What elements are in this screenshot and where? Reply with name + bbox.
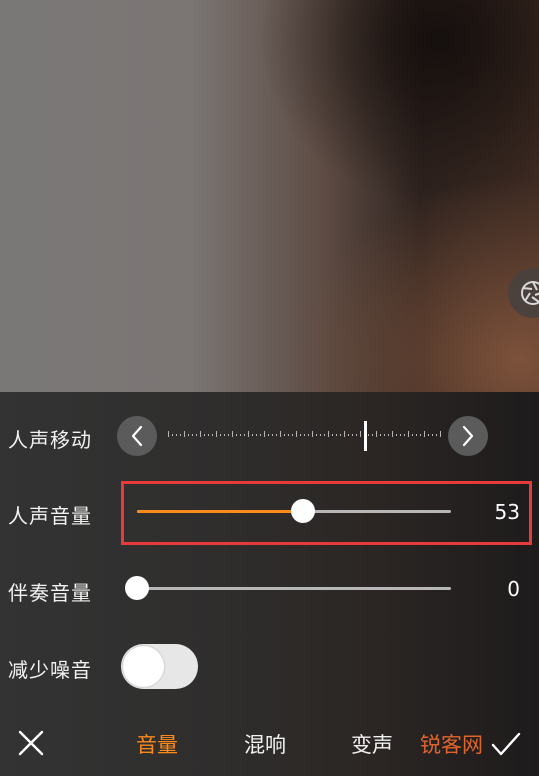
ruler-tick xyxy=(384,434,385,436)
ruler-tick xyxy=(252,434,253,436)
ruler-tick xyxy=(432,434,433,436)
ruler-tick xyxy=(208,434,209,436)
ruler-tick xyxy=(420,434,421,436)
ruler-tick xyxy=(232,431,233,437)
accompaniment-volume-label: 伴奏音量 xyxy=(8,581,92,605)
ruler-tick xyxy=(372,434,373,436)
ruler-tick xyxy=(368,434,369,436)
ruler-tick xyxy=(264,431,265,437)
tab-volume[interactable]: 音量 xyxy=(136,729,178,759)
close-icon xyxy=(18,730,44,756)
ruler-tick xyxy=(312,431,313,437)
ruler-tick xyxy=(256,434,257,436)
ruler-tick xyxy=(276,434,277,436)
noise-reduction-toggle[interactable] xyxy=(121,644,198,689)
ruler-tick xyxy=(284,434,285,436)
ruler-tick xyxy=(336,434,337,436)
ruler-tick xyxy=(412,434,413,436)
voice-volume-label: 人声音量 xyxy=(8,504,92,528)
noise-reduction-toggle-knob xyxy=(123,646,164,687)
ruler-tick xyxy=(228,434,229,436)
ruler-tick xyxy=(392,431,393,437)
accompaniment-volume-thumb[interactable] xyxy=(125,576,149,600)
tab-voice-change[interactable]: 变声 xyxy=(351,729,393,759)
ruler-tick xyxy=(216,431,217,437)
ruler-tick xyxy=(308,434,309,436)
ruler-tick xyxy=(328,431,329,437)
ruler-tick xyxy=(304,434,305,436)
shift-left-button[interactable] xyxy=(117,416,157,456)
ruler-tick xyxy=(324,434,325,436)
ruler-tick xyxy=(176,434,177,436)
ruler-tick xyxy=(180,434,181,436)
voice-shift-label: 人声移动 xyxy=(8,428,92,452)
ruler-tick xyxy=(200,431,201,437)
voice-shift-ruler[interactable] xyxy=(168,431,441,438)
accompaniment-volume-value: 0 xyxy=(507,577,520,601)
ruler-tick xyxy=(244,434,245,436)
ruler-tick xyxy=(236,434,237,436)
accompaniment-volume-slider[interactable] xyxy=(125,576,451,600)
ruler-tick xyxy=(348,434,349,436)
ruler-tick xyxy=(408,431,409,437)
close-button[interactable] xyxy=(14,726,48,760)
ruler-tick xyxy=(168,431,169,437)
ruler-tick xyxy=(380,434,381,436)
ruler-tick xyxy=(344,431,345,437)
ruler-tick xyxy=(404,434,405,436)
ruler-tick xyxy=(396,434,397,436)
ruler-tick xyxy=(212,434,213,436)
ruler-tick xyxy=(316,434,317,436)
ruler-tick xyxy=(332,434,333,436)
tab-reverb[interactable]: 混响 xyxy=(244,729,286,759)
confirm-button[interactable] xyxy=(489,727,523,761)
ruler-tick xyxy=(268,434,269,436)
ruler-tick xyxy=(436,434,437,436)
ruler-tick xyxy=(220,434,221,436)
ruler-tick xyxy=(192,434,193,436)
ruler-tick xyxy=(356,434,357,436)
ruler-tick xyxy=(188,434,189,436)
voice-shift-indicator[interactable] xyxy=(363,421,367,451)
ruler-tick xyxy=(248,431,249,437)
check-icon xyxy=(491,732,521,756)
noise-reduction-label: 减少噪音 xyxy=(8,658,92,682)
watermark: 锐客网 xyxy=(420,733,483,757)
chevron-left-icon xyxy=(131,425,143,447)
ruler-tick xyxy=(280,431,281,437)
ruler-tick xyxy=(172,434,173,436)
ruler-tick xyxy=(416,434,417,436)
ruler-tick xyxy=(184,431,185,437)
ruler-tick xyxy=(400,434,401,436)
ruler-tick xyxy=(260,434,261,436)
ruler-tick xyxy=(288,434,289,436)
ruler-tick xyxy=(440,431,441,437)
ruler-tick xyxy=(296,431,297,437)
ruler-tick xyxy=(320,434,321,436)
ruler-tick xyxy=(340,434,341,436)
ruler-tick xyxy=(428,434,429,436)
ruler-tick xyxy=(300,434,301,436)
ruler-tick xyxy=(376,431,377,437)
ruler-tick xyxy=(204,434,205,436)
ruler-tick xyxy=(224,434,225,436)
highlight-box xyxy=(121,481,532,545)
ruler-tick xyxy=(424,431,425,437)
ruler-tick xyxy=(240,434,241,436)
ruler-tick xyxy=(272,434,273,436)
ruler-tick xyxy=(360,431,361,437)
camera-shutter-icon xyxy=(521,281,539,305)
video-preview xyxy=(0,0,539,392)
ruler-tick xyxy=(352,434,353,436)
ruler-tick xyxy=(196,434,197,436)
shift-right-button[interactable] xyxy=(448,416,488,456)
chevron-right-icon xyxy=(462,425,474,447)
ruler-tick xyxy=(292,434,293,436)
ruler-tick xyxy=(388,434,389,436)
